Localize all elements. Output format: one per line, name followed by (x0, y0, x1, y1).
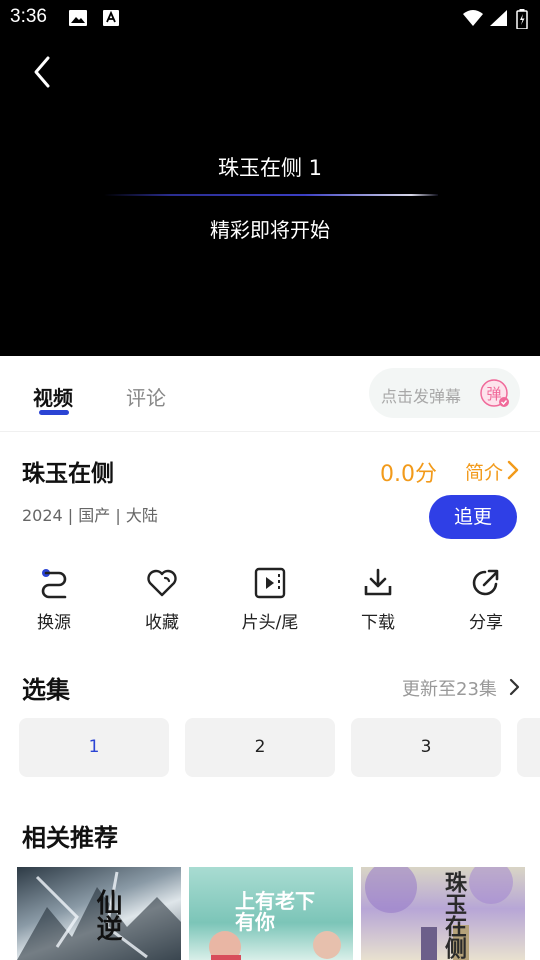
wifi-icon (463, 10, 483, 26)
episode-button[interactable]: 2 (185, 718, 335, 777)
action-favorite[interactable]: 收藏 (122, 566, 202, 642)
play-skip-icon (254, 567, 286, 599)
episodes-heading: 选集 (22, 676, 70, 704)
action-switch-source[interactable]: 换源 (14, 566, 94, 642)
back-button[interactable] (24, 52, 64, 92)
font-icon (103, 10, 119, 26)
action-skip-intro-outro[interactable]: 片头/尾 (230, 566, 310, 642)
chevron-right-icon[interactable] (505, 458, 521, 482)
chevron-right-icon[interactable] (506, 676, 522, 698)
share-icon (472, 569, 499, 596)
action-label: 分享 (469, 613, 503, 633)
action-label: 片头/尾 (241, 613, 299, 633)
recommendation-poster[interactable]: 珠玉在侧 (361, 867, 525, 960)
danmaku-input[interactable]: 点击发弹幕 弹 (369, 368, 520, 418)
heart-icon (147, 569, 177, 597)
action-label: 下载 (361, 613, 395, 633)
cellular-signal-icon (490, 10, 507, 26)
danmaku-icon-text: 弹 (486, 385, 501, 403)
status-bar: 3:36 (0, 0, 540, 36)
tab-video[interactable]: 视频 (33, 382, 73, 411)
poster-title: 仙逆 (92, 889, 122, 941)
poster-title: 珠玉在侧 (441, 871, 467, 959)
content-tab-bar: 视频 评论 点击发弹幕 弹 (0, 356, 540, 432)
recommendation-poster[interactable]: 上有老下有你 (189, 867, 353, 960)
danmaku-icon[interactable]: 弹 (479, 378, 511, 410)
gallery-icon (69, 10, 87, 26)
loading-progress-line (104, 194, 438, 196)
show-title: 珠玉在侧 (22, 461, 114, 487)
player-status-text: 精彩即将开始 (210, 218, 330, 242)
danmaku-placeholder: 点击发弹幕 (381, 387, 462, 406)
status-time: 3:36 (10, 6, 47, 27)
action-label: 收藏 (145, 613, 179, 633)
follow-button[interactable]: 追更 (429, 495, 517, 539)
switch-source-icon (41, 569, 67, 599)
show-score: 0.0分 (380, 462, 437, 487)
tab-comments[interactable]: 评论 (126, 382, 166, 411)
video-player[interactable]: 3:36 珠玉在侧 1 精彩即将开始 (0, 0, 540, 356)
recommendations-heading: 相关推荐 (22, 824, 118, 852)
episode-button-partial[interactable] (517, 718, 540, 777)
show-meta: 2024 | 国产 | 大陆 (22, 506, 158, 525)
active-tab-indicator (39, 410, 69, 415)
player-video-title: 珠玉在侧 1 (217, 156, 323, 180)
poster-title: 上有老下有你 (235, 889, 315, 934)
action-label: 换源 (37, 613, 71, 633)
episode-button[interactable]: 1 (19, 718, 169, 777)
intro-link[interactable]: 简介 (465, 458, 503, 485)
battery-icon (516, 9, 528, 29)
action-download[interactable]: 下载 (338, 566, 418, 642)
episodes-update-link[interactable]: 更新至23集 (402, 675, 497, 701)
action-share[interactable]: 分享 (446, 566, 526, 642)
download-icon (364, 568, 392, 596)
episode-button[interactable]: 3 (351, 718, 501, 777)
recommendation-poster[interactable]: 仙逆 (17, 867, 181, 960)
